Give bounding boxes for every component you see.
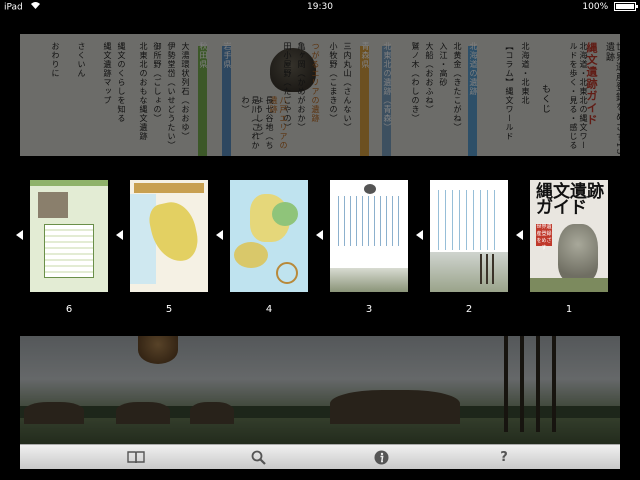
bottom-toolbar: ?	[20, 444, 620, 469]
left-arrow-icon	[516, 230, 523, 240]
left-arrow-icon	[216, 230, 223, 240]
thumb-text-box	[44, 224, 94, 278]
page-number-label: 4	[265, 304, 273, 315]
cover-dogu-figure	[558, 224, 598, 282]
clock: 19:30	[307, 2, 333, 12]
page-number-label: 1	[565, 304, 573, 315]
page-thumbnail-6[interactable]	[30, 180, 108, 292]
cover-ground	[530, 278, 608, 292]
book-icon[interactable]	[124, 448, 148, 466]
thumb-map-forest	[272, 202, 298, 226]
thumb-header-bar	[30, 180, 108, 186]
thumb-photo	[38, 192, 68, 218]
thumb-dogu-figure	[364, 184, 376, 194]
page-number-label: 5	[165, 304, 173, 315]
cover-title: 縄文遺跡ガイド	[536, 182, 604, 218]
page-thumbnail-4[interactable]	[230, 180, 308, 292]
page-thumbnail-5[interactable]	[130, 180, 208, 292]
page-number-label: 2	[465, 304, 473, 315]
cover-badge: 世界遺産登録をめざす	[536, 224, 552, 251]
thumb-banner	[134, 183, 204, 193]
status-bar: iPad 19:30 100%	[0, 0, 640, 14]
page-number-label: 6	[65, 304, 73, 315]
dim-overlay	[20, 34, 620, 156]
page-thumbnail-2[interactable]	[430, 180, 508, 292]
page-thumbnail-3[interactable]	[330, 180, 408, 292]
page-thumbnail-strip: 6 5 4 3 2 縄文遺跡ガイド 世界遺産登録をめざす 1	[0, 180, 640, 315]
thumb-map-land	[234, 242, 268, 268]
thumb-text-columns	[338, 196, 400, 246]
left-arrow-icon	[316, 230, 323, 240]
left-arrow-icon	[16, 230, 23, 240]
info-icon[interactable]	[369, 448, 393, 466]
thumb-landscape	[330, 268, 408, 292]
battery-percent: 100%	[582, 2, 609, 12]
help-icon[interactable]: ?	[492, 448, 516, 466]
dim-overlay	[20, 336, 620, 444]
page-thumbnail-1[interactable]: 縄文遺跡ガイド 世界遺産登録をめざす	[530, 180, 608, 292]
left-arrow-icon	[416, 230, 423, 240]
compass-icon	[276, 262, 298, 284]
battery-status: 100%	[582, 0, 638, 14]
thumb-landscape	[430, 252, 508, 292]
page-number-label: 3	[365, 304, 373, 315]
page-preview-toc[interactable]: 世界遺産登録をめざす15遺跡 縄文遺跡ガイド 北海道・北東北の縄文ワールドを歩く…	[20, 34, 620, 156]
page-preview-next[interactable]	[20, 336, 620, 444]
left-arrow-icon	[116, 230, 123, 240]
battery-icon	[614, 2, 638, 11]
search-icon[interactable]	[246, 448, 270, 466]
thumb-tower	[480, 254, 496, 284]
thumb-text-columns	[438, 190, 500, 250]
